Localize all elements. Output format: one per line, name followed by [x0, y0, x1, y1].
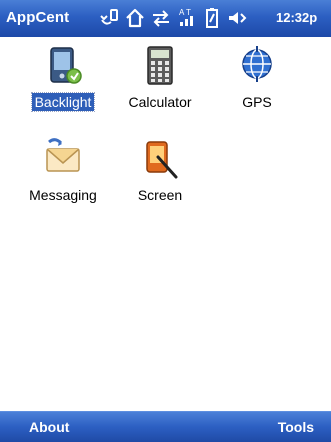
- app-label: Screen: [137, 187, 183, 203]
- app-label: Calculator: [128, 94, 192, 110]
- backlight-icon: [41, 44, 85, 88]
- app-label: GPS: [242, 94, 272, 110]
- messaging-envelope-icon: [41, 137, 85, 181]
- pda-screen: AppCent A T 12:32p Backlight Calculator …: [0, 0, 331, 442]
- title-bar: AppCent A T 12:32p: [0, 0, 331, 37]
- softkey-bar: About Tools: [0, 411, 331, 442]
- tools-softkey[interactable]: Tools: [278, 419, 314, 435]
- app-calculator[interactable]: Calculator: [112, 44, 208, 126]
- sync-icon[interactable]: [150, 6, 172, 30]
- app-label: Messaging: [29, 187, 97, 203]
- app-backlight[interactable]: Backlight: [15, 44, 111, 126]
- gps-globe-icon: [235, 44, 279, 88]
- home-icon[interactable]: [124, 6, 146, 30]
- clock-time[interactable]: 12:32p: [276, 10, 317, 25]
- battery-icon[interactable]: [201, 6, 223, 30]
- volume-icon[interactable]: [226, 6, 248, 30]
- calculator-icon: [138, 44, 182, 88]
- svg-text:A: A: [179, 8, 185, 17]
- screen-stylus-icon: [138, 137, 182, 181]
- app-messaging[interactable]: Messaging: [15, 137, 111, 219]
- connectivity-icon[interactable]: [99, 6, 121, 30]
- signal-icon[interactable]: A T: [176, 6, 198, 30]
- app-label: Backlight: [15, 92, 111, 112]
- app-gps[interactable]: GPS: [209, 44, 305, 126]
- svg-text:T: T: [186, 8, 191, 17]
- app-screen[interactable]: Screen: [112, 137, 208, 219]
- about-softkey[interactable]: About: [29, 419, 69, 435]
- app-title: AppCent: [6, 9, 70, 26]
